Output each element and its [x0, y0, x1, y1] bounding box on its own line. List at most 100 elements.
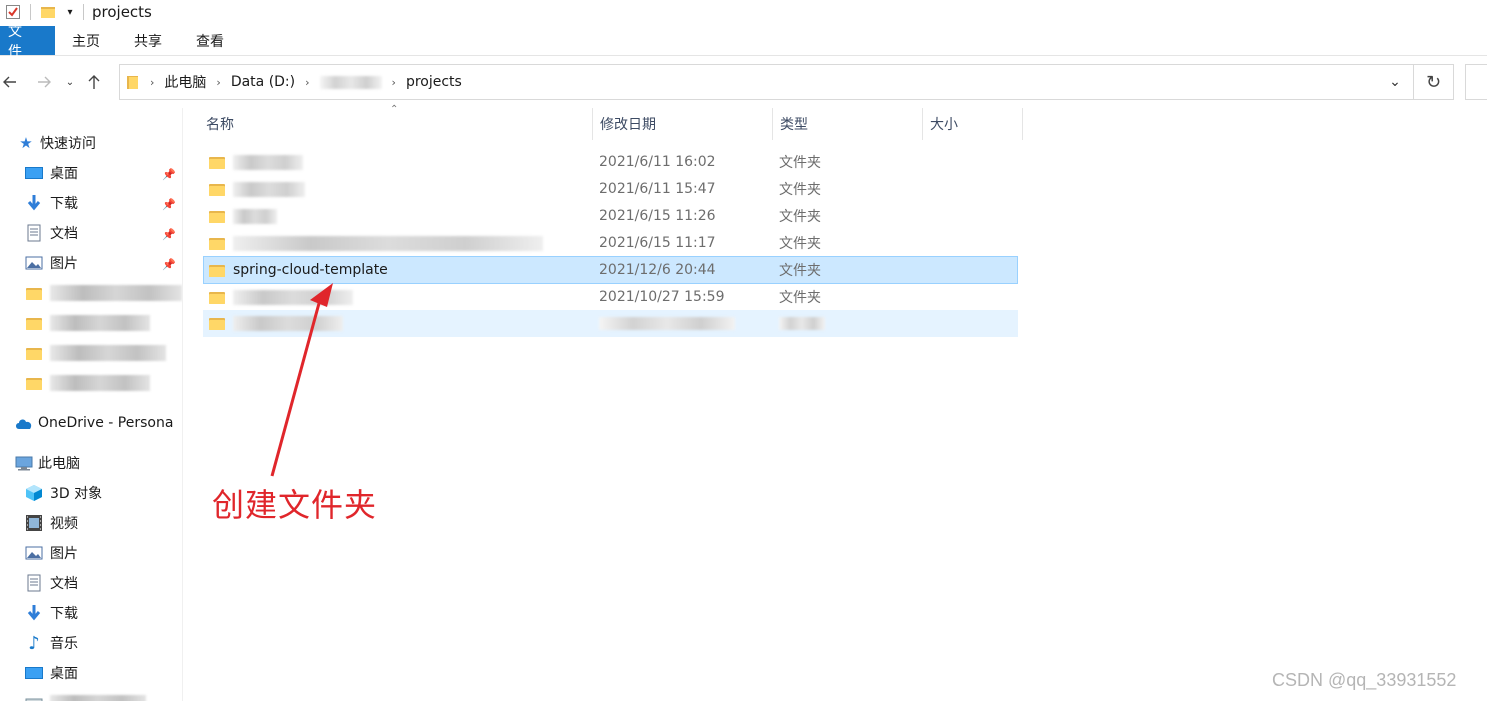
ribbon-tabs: 文件 主页 共享 查看 [0, 24, 1487, 60]
customize-toolbar-icon[interactable]: ▾ [61, 1, 79, 23]
redacted-name [233, 315, 343, 331]
search-input[interactable] [1465, 64, 1487, 100]
tab-share[interactable]: 共享 [117, 26, 179, 55]
file-name-cell [209, 203, 277, 229]
table-row[interactable]: 2021/6/15 11:26 文件夹 [203, 203, 1018, 229]
table-row-selected[interactable]: spring-cloud-template 2021/12/6 20:44 文件… [203, 256, 1018, 284]
column-header-size[interactable]: 大小 [930, 108, 1020, 140]
file-name-cell [209, 284, 353, 310]
navigation-bar: ⌄ › 此电脑 › Data (D:) › › projects ⌄ ↻ [0, 62, 1487, 102]
date-cell: 2021/6/11 15:47 [599, 181, 716, 197]
column-header-type[interactable]: 类型 [780, 108, 920, 140]
column-header-date[interactable]: 修改日期 [600, 108, 770, 140]
sidebar-item-folder[interactable] [26, 339, 166, 367]
table-row[interactable]: 2021/10/27 15:59 文件夹 [203, 284, 1018, 310]
column-divider [922, 108, 923, 140]
type-cell: 文件夹 [779, 236, 821, 252]
refresh-button[interactable]: ↻ [1414, 64, 1454, 100]
breadcrumb-projects[interactable]: projects [406, 74, 462, 90]
folder-icon [209, 291, 225, 304]
sidebar-item-folder[interactable] [26, 279, 182, 307]
tab-home[interactable]: 主页 [55, 26, 117, 55]
chevron-right-icon: › [305, 75, 310, 89]
sidebar-item-label: 此电脑 [38, 456, 80, 472]
watermark: CSDN @qq_33931552 [1272, 670, 1457, 690]
redacted-name [233, 154, 303, 170]
up-button[interactable] [82, 66, 106, 98]
sidebar-item-desktop[interactable]: 桌面 [24, 159, 78, 187]
sidebar-item-label: 文档 [50, 226, 78, 242]
sidebar-item-label: 快速访问 [40, 136, 96, 152]
redacted-label [50, 345, 166, 361]
address-bar[interactable]: › 此电脑 › Data (D:) › › projects ⌄ [119, 64, 1414, 100]
sidebar-item-pictures-pc[interactable]: 图片 [24, 539, 78, 567]
sidebar-item-label: 桌面 [50, 166, 78, 182]
table-row[interactable]: 2021/6/11 16:02 文件夹 [203, 149, 1018, 175]
pin-icon: 📌 [162, 257, 176, 271]
table-row[interactable]: 2021/6/15 11:17 文件夹 [203, 230, 1018, 256]
new-folder-icon[interactable] [35, 1, 61, 23]
sidebar-item-label: 音乐 [50, 636, 78, 652]
pin-icon: 📌 [162, 167, 176, 181]
sidebar-item-pictures[interactable]: 图片 [24, 249, 78, 277]
sidebar-item-label: 文档 [50, 576, 78, 592]
arrow-right-icon [38, 76, 51, 88]
date-cell: 2021/6/15 11:26 [599, 208, 716, 224]
sidebar-item-downloads-pc[interactable]: 下载 [24, 599, 78, 627]
date-cell: 2021/6/11 16:02 [599, 154, 716, 170]
sidebar-item-documents-pc[interactable]: 文档 [24, 569, 78, 597]
sidebar-item-music[interactable]: ♪ 音乐 [24, 629, 78, 657]
breadcrumb-user-folder[interactable] [319, 75, 382, 89]
column-divider [1022, 108, 1023, 140]
date-cell: 2021/6/15 11:17 [599, 235, 716, 251]
sidebar-item-this-pc[interactable]: 此电脑 [14, 449, 80, 477]
sidebar-item-downloads[interactable]: 下载 [24, 189, 78, 217]
sidebar-item-onedrive[interactable]: OneDrive - Persona [14, 409, 173, 437]
column-divider [592, 108, 593, 140]
redacted-label [50, 315, 150, 331]
sidebar-item-drive-c[interactable] [24, 689, 146, 701]
chevron-down-icon: ⌄ [65, 76, 75, 88]
video-icon [24, 513, 44, 533]
navigation-pane: ★ 快速访问 桌面 📌 下载 📌 文档 📌 图片 📌 OneDrive - Pe… [0, 108, 183, 701]
redacted-name [233, 181, 305, 197]
folder-icon [26, 287, 42, 300]
sidebar-item-folder[interactable] [26, 369, 150, 397]
title-bar: ▾ projects [0, 0, 1487, 24]
folder-icon [126, 74, 140, 90]
date-cell: 2021/12/6 20:44 [599, 262, 716, 278]
recent-locations-button[interactable]: ⌄ [60, 66, 80, 98]
forward-button[interactable] [32, 66, 56, 98]
sidebar-item-desktop-pc[interactable]: 桌面 [24, 659, 78, 687]
redacted-label [50, 285, 182, 301]
folder-icon [209, 156, 225, 169]
address-history-button[interactable]: ⌄ [1377, 65, 1413, 99]
sidebar-item-label: OneDrive - Persona [38, 415, 174, 431]
sidebar-item-quick-access[interactable]: ★ 快速访问 [16, 129, 96, 157]
sidebar-item-videos[interactable]: 视频 [24, 509, 78, 537]
sidebar-item-documents[interactable]: 文档 [24, 219, 78, 247]
sidebar-item-3d-objects[interactable]: 3D 对象 [24, 479, 102, 507]
back-button[interactable] [0, 66, 22, 98]
picture-icon [24, 253, 44, 273]
download-icon [24, 603, 44, 623]
breadcrumb-this-pc[interactable]: 此电脑 [164, 72, 206, 92]
tab-file[interactable]: 文件 [0, 24, 55, 60]
sidebar-item-folder[interactable] [26, 309, 150, 337]
table-row-hover[interactable] [203, 310, 1018, 337]
pin-icon: 📌 [162, 227, 176, 241]
type-cell: 文件夹 [779, 182, 821, 198]
table-row[interactable]: 2021/6/11 15:47 文件夹 [203, 176, 1018, 202]
breadcrumb-data-drive[interactable]: Data (D:) [231, 74, 295, 90]
file-name-cell: spring-cloud-template [209, 257, 388, 283]
tab-view[interactable]: 查看 [179, 26, 241, 55]
file-name-cell [209, 230, 543, 256]
redacted-name [233, 208, 277, 224]
column-header-name[interactable]: 名称 [206, 108, 591, 140]
redacted-label [50, 695, 146, 701]
folder-icon [209, 264, 225, 277]
chevron-down-icon: ⌄ [1389, 74, 1401, 90]
chevron-right-icon: › [391, 75, 396, 89]
window-title: projects [92, 3, 152, 21]
folder-icon [209, 183, 225, 196]
